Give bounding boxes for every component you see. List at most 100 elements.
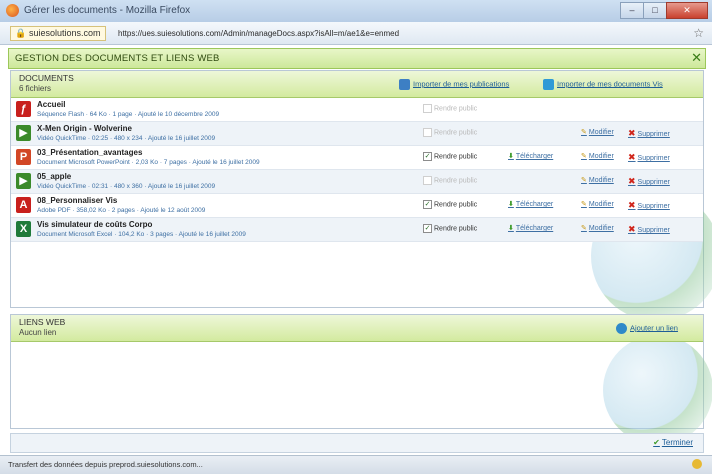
documents-count: 6 fichiers	[19, 84, 52, 93]
document-meta: Vidéo QuickTime · 02:25 · 480 x 234 · Aj…	[37, 135, 216, 142]
document-name[interactable]: Vis simulateur de coûts Corpo	[37, 220, 152, 229]
pencil-icon: ✎	[581, 177, 587, 184]
edit-link[interactable]: ✎ Modifier	[581, 224, 614, 232]
pencil-icon: ✎	[581, 201, 587, 208]
delete-link[interactable]: ✖ Supprimer	[628, 152, 670, 163]
documents-panel-header: DOCUMENTS 6 fichiers Importer de mes pub…	[11, 71, 703, 98]
pencil-icon: ✎	[581, 225, 587, 232]
delete-link[interactable]: ✖ Supprimer	[628, 176, 670, 187]
edit-link[interactable]: ✎ Modifier	[581, 152, 614, 160]
document-name[interactable]: Accueil	[37, 100, 65, 109]
close-window-button[interactable]: ✕	[666, 2, 708, 19]
modal-title: GESTION DES DOCUMENTS ET LIENS WEB	[15, 53, 220, 64]
delete-link[interactable]: ✖ Supprimer	[628, 224, 670, 235]
delete-link[interactable]: ✖ Supprimer	[628, 128, 670, 139]
download-link[interactable]: ⬇ Télécharger	[508, 200, 553, 208]
excel-icon: X	[16, 221, 31, 237]
document-name[interactable]: 03_Présentation_avantages	[37, 148, 142, 157]
address-bar: 🔒 suiesolutions.com https://ues.suiesolu…	[0, 22, 712, 45]
checkbox-box: ✓	[423, 152, 432, 161]
delete-x-icon: ✖	[628, 200, 636, 210]
import-icon	[399, 79, 410, 90]
url-field[interactable]: https://ues.suiesolutions.com/Admin/mana…	[118, 29, 399, 38]
maximize-button[interactable]: □	[643, 2, 667, 19]
download-link[interactable]: ⬇ Télécharger	[508, 152, 553, 160]
document-meta: Document Microsoft Excel · 104,2 Ko · 3 …	[37, 231, 246, 238]
powerpoint-icon: P	[16, 149, 31, 165]
make-public-checkbox: Rendre public	[423, 128, 477, 137]
window-titlebar: Gérer les documents - Mozilla Firefox – …	[0, 0, 712, 23]
flash-icon: ƒ	[16, 101, 31, 117]
minimize-button[interactable]: –	[620, 2, 644, 19]
edit-link[interactable]: ✎ Modifier	[581, 176, 614, 184]
pdf-icon: A	[16, 197, 31, 213]
document-meta: Vidéo QuickTime · 02:31 · 480 x 360 · Aj…	[37, 183, 216, 190]
lock-icon: 🔒	[15, 28, 27, 38]
document-name[interactable]: X-Men Origin - Wolverine	[37, 124, 132, 133]
import-docs-icon	[543, 79, 554, 90]
checkbox-box	[423, 128, 432, 137]
star-icon[interactable]: ☆	[693, 26, 704, 40]
edit-link[interactable]: ✎ Modifier	[581, 200, 614, 208]
make-public-checkbox[interactable]: ✓ Rendre public	[423, 152, 477, 161]
window-controls: – □ ✕	[620, 2, 708, 19]
document-meta: Document Microsoft PowerPoint · 2,03 Ko …	[37, 159, 260, 166]
make-public-checkbox[interactable]: ✓ Rendre public	[423, 224, 477, 233]
add-link-icon	[616, 323, 627, 334]
documents-heading: DOCUMENTS	[19, 73, 74, 83]
make-public-checkbox: Rendre public	[423, 104, 477, 113]
import-publications-link[interactable]: Importer de mes publications	[399, 79, 509, 90]
document-row: ▶ 05_apple Vidéo QuickTime · 02:31 · 480 x…	[11, 170, 703, 194]
pencil-icon: ✎	[581, 153, 587, 160]
site-identity-button[interactable]: 🔒 suiesolutions.com	[10, 26, 106, 41]
modal-header: GESTION DES DOCUMENTS ET LIENS WEB ✕	[8, 48, 706, 69]
window-title: Gérer les documents - Mozilla Firefox	[24, 5, 191, 16]
globe-watermark	[603, 335, 712, 445]
document-name[interactable]: 05_apple	[37, 172, 71, 181]
status-bar: Transfert des données depuis preprod.sui…	[0, 455, 712, 474]
document-row: X Vis simulateur de coûts Corpo Document M…	[11, 218, 703, 242]
documents-panel: DOCUMENTS 6 fichiers Importer de mes pub…	[10, 70, 712, 321]
modal-close-button[interactable]: ✕	[691, 50, 702, 66]
document-row: P 03_Présentation_avantages Document Micro…	[11, 146, 703, 170]
status-text: Transfert des données depuis preprod.sui…	[8, 460, 203, 469]
firefox-icon	[6, 4, 19, 17]
document-row: A 08_Personnaliser Vis Adobe PDF · 358,02 …	[11, 194, 703, 218]
modal-footer: ✔ Terminer	[10, 433, 704, 453]
document-list: ƒ Accueil Séquence Flash · 64 Ko · 1 page …	[11, 98, 703, 242]
add-link-button[interactable]: Ajouter un lien	[616, 323, 678, 334]
document-row: ▶ X-Men Origin - Wolverine Vidéo QuickTime…	[11, 122, 703, 146]
delete-x-icon: ✖	[628, 152, 636, 162]
finish-button[interactable]: ✔ Terminer	[653, 438, 693, 447]
document-meta: Séquence Flash · 64 Ko · 1 page · Ajouté…	[37, 111, 220, 118]
make-public-checkbox: Rendre public	[423, 176, 477, 185]
video-icon: ▶	[16, 173, 31, 189]
edit-link[interactable]: ✎ Modifier	[581, 128, 614, 136]
links-panel-header: LIENS WEB Aucun lien Ajouter un lien	[11, 315, 703, 342]
checkbox-box	[423, 176, 432, 185]
delete-link[interactable]: ✖ Supprimer	[628, 200, 670, 211]
document-meta: Adobe PDF · 358,02 Ko · 2 pages · Ajouté…	[37, 207, 206, 214]
delete-x-icon: ✖	[628, 224, 636, 234]
checkbox-box: ✓	[423, 224, 432, 233]
links-heading: LIENS WEB	[19, 317, 66, 327]
links-count: Aucun lien	[19, 328, 57, 337]
status-icon	[692, 459, 702, 469]
make-public-checkbox[interactable]: ✓ Rendre public	[423, 200, 477, 209]
site-domain: suiesolutions.com	[29, 28, 101, 38]
delete-x-icon: ✖	[628, 128, 636, 138]
download-link[interactable]: ⬇ Télécharger	[508, 224, 553, 232]
download-arrow-icon: ⬇	[508, 225, 514, 232]
pencil-icon: ✎	[581, 129, 587, 136]
document-row: ƒ Accueil Séquence Flash · 64 Ko · 1 page …	[11, 98, 703, 122]
video-icon: ▶	[16, 125, 31, 141]
checkbox-box	[423, 104, 432, 113]
download-arrow-icon: ⬇	[508, 201, 514, 208]
web-links-panel: LIENS WEB Aucun lien Ajouter un lien	[10, 314, 712, 445]
import-documents-link[interactable]: Importer de mes documents Vis	[543, 79, 663, 90]
checkbox-box: ✓	[423, 200, 432, 209]
download-arrow-icon: ⬇	[508, 153, 514, 160]
delete-x-icon: ✖	[628, 176, 636, 186]
document-name[interactable]: 08_Personnaliser Vis	[37, 196, 117, 205]
checkmark-icon: ✔	[653, 438, 660, 447]
